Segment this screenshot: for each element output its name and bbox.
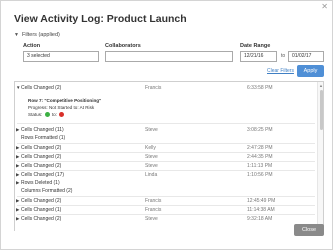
progress-to-word: to:	[73, 105, 79, 110]
log-row-user: Francis	[145, 207, 162, 213]
progress-to: At Risk	[79, 105, 95, 110]
log-row-time: 12:45:49 PM	[247, 198, 276, 204]
log-row-user: Steve	[145, 163, 158, 169]
activity-log-dialog: ✕ View Activity Log: Product Launch ▼ Fil…	[0, 0, 333, 250]
filters-label: Filters	[21, 32, 37, 38]
caret-down-icon[interactable]: ▼	[16, 85, 20, 90]
log-row-user: Steve	[145, 216, 158, 222]
log-row-user: Steve	[145, 154, 158, 160]
caret-right-icon[interactable]: ▶	[16, 180, 19, 186]
row-divider	[17, 123, 315, 124]
caret-right-icon[interactable]: ▶	[16, 163, 19, 169]
log-row-time: 2:47:28 PM	[247, 145, 273, 151]
action-label: Action	[23, 43, 41, 49]
close-icon[interactable]: ✕	[321, 3, 328, 11]
log-row-action: Cells Changed (2)	[21, 154, 62, 160]
log-row-action: Columns Formatted (2)	[21, 188, 73, 194]
log-row[interactable]: ▶ Cells Changed (2) Steve 9:32:18 AM	[15, 215, 317, 224]
log-row-time: 1:10:56 PM	[247, 172, 273, 178]
caret-down-icon: ▼	[14, 32, 19, 38]
log-row-time: 2:44:35 PM	[247, 154, 273, 160]
log-row-action: Cells Changed (2)	[21, 216, 62, 222]
caret-right-icon[interactable]: ▶	[16, 216, 19, 222]
log-row-user: Steve	[145, 127, 158, 133]
status-red-dot-icon	[59, 112, 65, 118]
log-row-action: Rows Deleted (1)	[21, 180, 60, 186]
detail-row-label: Row 7: "Competitive Positioning"	[28, 98, 102, 103]
filters-applied-note: (applied)	[38, 32, 60, 38]
collaborators-label: Collaborators	[105, 43, 141, 49]
status-green-dot-icon	[44, 112, 50, 118]
date-from-input[interactable]: 12/21/16	[240, 51, 277, 62]
date-to-input[interactable]: 01/02/17	[288, 51, 324, 62]
caret-right-icon[interactable]: ▶	[16, 127, 19, 133]
close-button[interactable]: Close	[294, 224, 324, 236]
log-row-action: Cells Changed (17)	[21, 172, 65, 178]
log-row-action: Cells Changed (2)	[21, 85, 62, 91]
log-row-action: Cells Changed (11)	[21, 127, 64, 133]
caret-right-icon[interactable]: ▶	[16, 207, 19, 213]
caret-right-icon[interactable]: ▶	[16, 198, 19, 204]
caret-right-icon[interactable]: ▶	[16, 172, 19, 178]
filters-toggle[interactable]: ▼ Filters (applied)	[14, 32, 60, 38]
log-row-user: Francis	[145, 85, 162, 91]
dialog-title: View Activity Log: Product Launch	[14, 13, 187, 25]
clear-filters-link[interactable]: Clear Filters	[267, 68, 294, 74]
detail-status: Status: to:	[28, 112, 65, 118]
log-row[interactable]: ▼ Cells Changed (2) Francis 6:33:58 PM	[15, 84, 317, 93]
status-label: Status:	[28, 112, 43, 117]
log-row-user: Kelly	[145, 145, 156, 151]
log-row-action: Cells Changed (1)	[21, 207, 62, 213]
log-row-action: Cells Changed (2)	[21, 198, 62, 204]
scrollbar-thumb[interactable]	[320, 90, 323, 130]
caret-right-icon[interactable]: ▶	[16, 145, 19, 151]
log-row-time: 6:33:58 PM	[247, 85, 273, 91]
detail-progress: Progress: Not Started to: At Risk	[28, 105, 94, 110]
status-to-word: to:	[51, 112, 57, 117]
progress-label: Progress:	[28, 105, 48, 110]
log-scrollbar[interactable]: ▲	[317, 82, 323, 231]
log-row-action: Rows Formatted (1)	[21, 135, 66, 141]
collaborators-input[interactable]	[105, 51, 233, 62]
log-row-time: 3:08:25 PM	[247, 127, 273, 133]
scroll-up-icon[interactable]: ▲	[319, 83, 323, 88]
activity-log-list: ▼ Cells Changed (2) Francis 6:33:58 PM R…	[14, 81, 324, 231]
log-row-user: Linda	[145, 172, 158, 178]
date-range-label: Date Range	[240, 43, 271, 49]
date-to-label: to	[281, 53, 286, 59]
action-select[interactable]: 3 selected	[23, 51, 99, 62]
log-row-action: Cells Changed (2)	[21, 163, 62, 169]
log-subrow: Columns Formatted (2)	[15, 187, 317, 196]
apply-button[interactable]: Apply	[297, 65, 324, 77]
log-row-time: 11:14:38 AM	[247, 207, 275, 213]
log-row-time: 1:11:13 PM	[247, 163, 273, 169]
caret-right-icon[interactable]: ▶	[16, 154, 19, 160]
log-subrow: Rows Formatted (1)	[15, 134, 317, 143]
log-row-time: 9:32:18 AM	[247, 216, 273, 222]
log-row-action: Cells Changed (2)	[21, 145, 62, 151]
log-row-user: Francis	[145, 198, 162, 204]
progress-from: Not Started	[48, 105, 73, 110]
